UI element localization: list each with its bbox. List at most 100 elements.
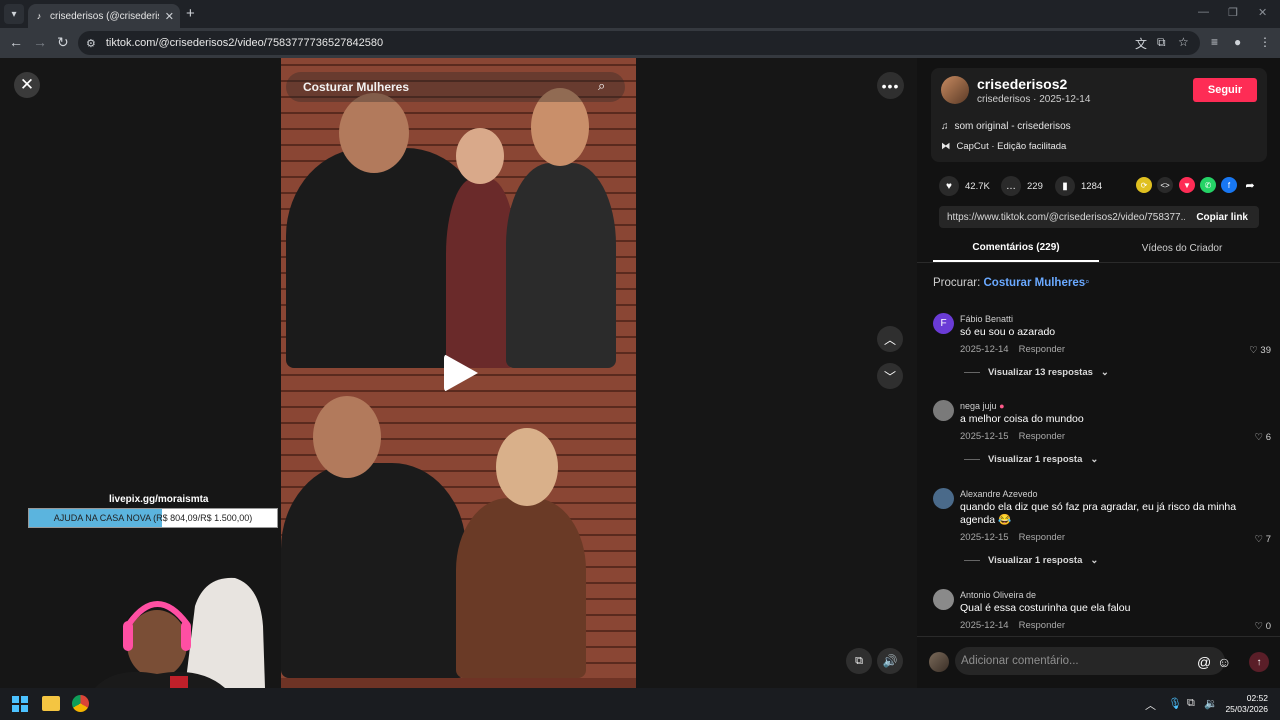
speaker-icon[interactable]: 🔉	[1204, 697, 1218, 710]
profile-icon[interactable]: ●	[1234, 35, 1241, 49]
cast-icon[interactable]: ⧉	[1157, 35, 1166, 50]
comment-button[interactable]: … 229	[1001, 176, 1043, 196]
comment-date: 2025-12-14	[960, 344, 1009, 355]
restore-icon[interactable]: ❐	[1228, 6, 1238, 19]
back-icon[interactable]: ←	[9, 34, 23, 50]
network-icon[interactable]: ⧉	[1187, 697, 1195, 710]
next-video-button[interactable]: ﹀	[877, 363, 903, 389]
reload-icon[interactable]: ↻	[57, 34, 69, 51]
reply-button[interactable]: Responder	[1019, 532, 1065, 543]
person-head	[496, 428, 558, 506]
comment-like-button[interactable]: ♡ 7	[1255, 534, 1271, 545]
mention-icon[interactable]: @	[1197, 654, 1211, 670]
send-comment-button[interactable]: ↑	[1249, 652, 1269, 672]
avatar[interactable]	[933, 400, 954, 421]
reply-button[interactable]: Responder	[1019, 431, 1065, 442]
browser-menu-icon[interactable]: ⋮	[1259, 35, 1271, 49]
embed-icon[interactable]: <>	[1157, 177, 1173, 193]
browser-tab[interactable]: ♪ crisederisos (@crisederisos2) | T ✕	[28, 4, 180, 28]
avatar[interactable]	[941, 76, 969, 104]
comment-username[interactable]: Fábio Benatti	[960, 314, 1013, 324]
save-button[interactable]: ▮ 1284	[1055, 176, 1102, 196]
capcut-icon: ⧓	[941, 141, 951, 152]
search-suggestion[interactable]: Procurar: Costurar Mulheres⌕	[933, 277, 1090, 289]
list-item: F Fábio Benatti só eu sou o azarado 2025…	[933, 313, 1271, 388]
tab-creator-videos[interactable]: Vídeos do Criador	[1099, 234, 1265, 262]
translate-icon[interactable]: 文	[1135, 35, 1147, 52]
forward-icon[interactable]: →	[33, 34, 47, 50]
divider	[964, 459, 980, 460]
search-suggestion-term[interactable]: Costurar Mulheres	[984, 277, 1086, 289]
list-item: Alexandre Azevedo quando ela diz que só …	[933, 488, 1271, 576]
view-replies-button[interactable]: Visualizar 13 respostas ⌄	[964, 367, 1109, 378]
share-arrow-icon[interactable]: ➦	[1242, 177, 1258, 193]
comment-username[interactable]: nega juju ●	[960, 401, 1005, 411]
avatar[interactable]	[933, 589, 954, 610]
view-replies-label: Visualizar 13 respostas	[988, 367, 1093, 378]
person-figure	[281, 463, 466, 678]
capcut-link[interactable]: ⧓ CapCut · Edição facilitada	[941, 141, 1066, 152]
comment-input[interactable]: Adicionar comentário...	[955, 647, 1225, 675]
comment-date: 2025-12-15	[960, 431, 1009, 442]
search-icon[interactable]: ⌕	[598, 78, 605, 94]
browser-tab-bar: ▾ ♪ crisederisos (@crisederisos2) | T ✕ …	[0, 0, 1280, 28]
comment-like-button[interactable]: ♡ 6	[1255, 432, 1271, 443]
file-explorer-icon[interactable]	[42, 696, 60, 711]
person-head	[313, 396, 381, 478]
clock-date: 25/03/2026	[1225, 704, 1268, 714]
chrome-icon[interactable]	[72, 695, 89, 712]
copy-link-button[interactable]: Copiar link	[1185, 212, 1259, 223]
person-figure	[506, 163, 616, 368]
tab-search-button[interactable]: ▾	[4, 4, 24, 24]
play-icon[interactable]	[444, 354, 478, 392]
comment-like-count: 6	[1265, 432, 1271, 443]
music-link[interactable]: ♫ som original - crisederisos	[941, 121, 1071, 132]
bookmark-star-icon[interactable]: ☆	[1178, 35, 1189, 49]
clock[interactable]: 02:52 25/03/2026	[1222, 693, 1268, 715]
avatar[interactable]	[933, 488, 954, 509]
donation-goal-bar: AJUDA NA CASA NOVA (R$ 804,09/R$ 1.500,0…	[28, 508, 278, 528]
minimize-icon[interactable]: —	[1198, 6, 1209, 18]
tab-comments[interactable]: Comentários (229)	[933, 234, 1099, 262]
bookmark-icon: ▮	[1055, 176, 1075, 196]
send-to-friends-icon[interactable]: ▼	[1179, 177, 1195, 193]
comment-like-button[interactable]: ♡ 0	[1255, 621, 1271, 632]
whatsapp-icon[interactable]: ✆	[1200, 177, 1216, 193]
window-close-icon[interactable]: ✕	[1258, 6, 1267, 19]
previous-video-button[interactable]: ︿	[877, 326, 903, 352]
comment-meta: 2025-12-15 Responder	[960, 532, 1065, 543]
new-tab-button[interactable]: +	[186, 5, 195, 22]
view-replies-button[interactable]: Visualizar 1 resposta ⌄	[964, 555, 1098, 566]
person-head	[339, 93, 409, 173]
microphone-icon[interactable]: 🎙	[1168, 697, 1182, 710]
more-options-button[interactable]: •••	[877, 72, 904, 99]
floating-player-button[interactable]: ⧉	[846, 648, 872, 674]
comment-username[interactable]: Alexandre Azevedo	[960, 489, 1038, 499]
comment-username[interactable]: Antonio Oliveira de	[960, 590, 1036, 600]
tiktok-favicon-icon: ♪	[36, 11, 42, 21]
site-info-icon[interactable]: ⚙	[86, 37, 96, 50]
tab-close-icon[interactable]: ✕	[165, 10, 174, 23]
avatar[interactable]: F	[933, 313, 954, 334]
reply-button[interactable]: Responder	[1019, 620, 1065, 631]
repost-icon[interactable]: ⟳	[1136, 177, 1152, 193]
facebook-icon[interactable]: f	[1221, 177, 1237, 193]
follow-button[interactable]: Seguir	[1193, 78, 1257, 102]
author-name[interactable]: crisederisos2	[977, 76, 1067, 92]
address-bar[interactable]: ⚙ tiktok.com/@crisederisos2/video/758377…	[78, 31, 1200, 55]
close-video-button[interactable]: ✕	[14, 72, 40, 98]
comment-like-button[interactable]: ♡ 39	[1249, 345, 1271, 356]
list-item: Antonio Oliveira de Qual é essa costurin…	[933, 589, 1271, 634]
windows-taskbar: ︿ 🎙 ⧉ 🔉 02:52 25/03/2026	[0, 688, 1280, 720]
view-replies-button[interactable]: Visualizar 1 resposta ⌄	[964, 454, 1098, 465]
divider	[964, 560, 980, 561]
like-button[interactable]: ♥ 42.7K	[939, 176, 990, 196]
like-count: 42.7K	[965, 180, 990, 192]
volume-icon[interactable]: 🔊	[877, 648, 903, 674]
emoji-icon[interactable]: ☺	[1217, 654, 1231, 670]
tray-chevron-icon[interactable]: ︿	[1145, 697, 1156, 713]
video-search-bar[interactable]: Costurar Mulheres	[286, 72, 625, 102]
windows-start-icon[interactable]	[12, 696, 28, 712]
reading-list-icon[interactable]: ≡	[1211, 35, 1218, 49]
reply-button[interactable]: Responder	[1019, 344, 1065, 355]
